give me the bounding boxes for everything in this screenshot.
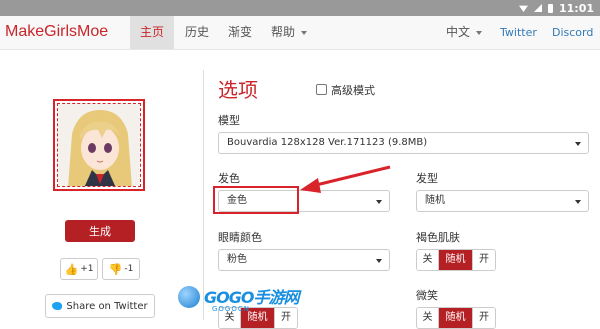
watermark-subtext: GOGOCN: [212, 305, 250, 313]
annotation-arrow: [300, 165, 391, 193]
watermark-logo-icon: [178, 286, 200, 308]
